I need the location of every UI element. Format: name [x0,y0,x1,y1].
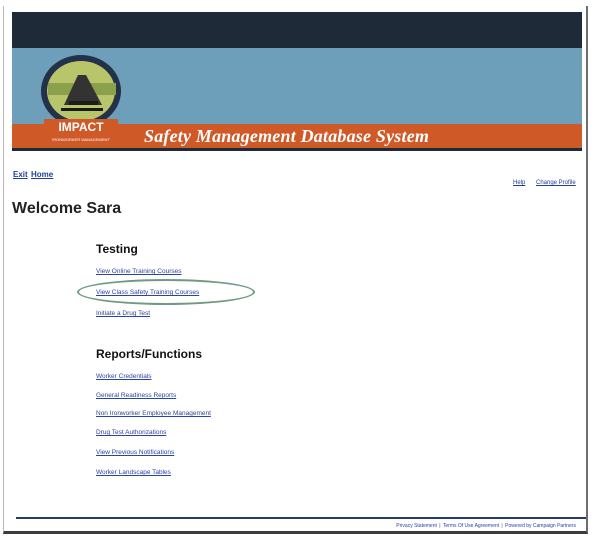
non-ironworker-employee-management-link[interactable]: Non Ironworker Employee Management [96,410,211,417]
nav-help-link[interactable]: Help [513,180,525,186]
privacy-statement-link[interactable]: Privacy Statement [396,523,437,529]
welcome-heading: Welcome Sara [12,200,122,217]
powered-by-link[interactable]: Powered by Campaign Partners [505,523,576,529]
testing-section-title: Testing [96,242,138,256]
footer-links: Privacy Statement | Terms Of Use Agreeme… [396,523,576,529]
initiate-drug-test-link[interactable]: Initiate a Drug Test [96,310,150,317]
app-window: IMPACT IRONWORKER MANAGEMENT Safety Mana… [3,6,588,534]
worker-credentials-link[interactable]: Worker Credentials [96,373,152,380]
footer-separator: | [501,523,503,529]
terms-of-use-link[interactable]: Terms Of Use Agreement [443,523,499,529]
view-previous-notifications-link[interactable]: View Previous Notifications [96,449,174,456]
banner-title: Safety Management Database System [144,126,430,146]
reports-section-title: Reports/Functions [96,347,203,361]
impact-logo: IMPACT IRONWORKER MANAGEMENT [30,55,132,151]
footer-separator: | [439,523,441,529]
header-top-bar [12,12,582,48]
highlight-circle [77,279,255,305]
nav-exit-link[interactable]: Exit [13,170,28,179]
logo-subtext: IRONWORKER MANAGEMENT [52,137,110,142]
view-online-training-courses-link[interactable]: View Online Training Courses [96,268,182,275]
logo-text: IMPACT [58,120,104,134]
drug-test-authorizations-link[interactable]: Drug Test Authorizations [96,429,166,436]
nav-change-profile-link[interactable]: Change Profile [536,180,576,186]
worker-landscape-tables-link[interactable]: Worker Landscape Tables [96,469,171,476]
nav-home-link[interactable]: Home [31,170,53,179]
footer-divider [16,517,586,519]
general-readiness-reports-link[interactable]: General Readiness Reports [96,392,176,399]
